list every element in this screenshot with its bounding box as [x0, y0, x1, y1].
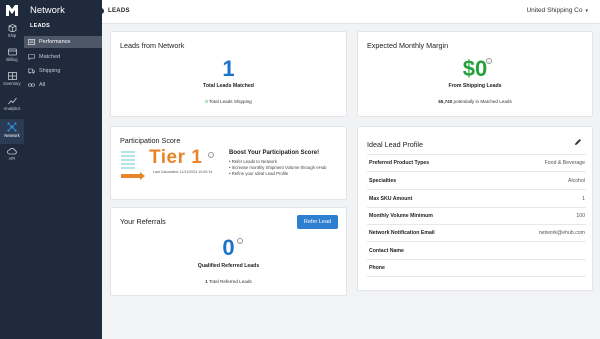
sidebar-item-label: Matched — [39, 54, 61, 60]
potential-margin-line: $6,740 potentially in Matched Leads — [358, 99, 592, 104]
sidebar-item-matched[interactable]: Matched — [24, 51, 102, 63]
leads-shipping-count: 0 — [205, 99, 208, 104]
profile-row-notification-email: Network Notification Email network@ehub.c… — [367, 225, 586, 242]
leads-shipping-line: 0 Total Leads Shipping — [111, 99, 346, 104]
margin-value: $0 — [462, 56, 488, 81]
profile-row-monthly-volume: Monthly Volume Minimum 100 — [367, 208, 586, 225]
leads-from-network-card: Leads from Network 1 Total Leads Matched… — [110, 31, 347, 117]
card-title: Leads from Network — [120, 41, 185, 50]
qualified-referred-value: 0 — [222, 235, 235, 260]
total-leads-matched-value: 1 — [222, 56, 235, 81]
breadcrumb: LEADS — [108, 8, 130, 14]
rail-item-ship[interactable]: Ship — [0, 24, 24, 46]
rail-item-api[interactable]: API — [0, 147, 24, 169]
profile-key: Max SKU Amount — [369, 196, 413, 202]
total-referred-count: 1 — [205, 279, 208, 284]
card-title: Ideal Lead Profile — [367, 140, 423, 149]
profile-row-contact-name: Contact Name — [367, 243, 586, 260]
icon-rail: Ship Billing Inventory Analytics Network… — [0, 0, 24, 339]
profile-value: Food & Beverage — [544, 160, 585, 166]
last-calculated: Last Calculated: 11/11/2024 10:00:14 — [153, 170, 213, 174]
network-crumb-icon — [98, 8, 104, 14]
profile-row-phone: Phone — [367, 260, 586, 277]
message-icon — [28, 54, 35, 60]
total-leads-matched-label: Total Leads Matched — [203, 83, 254, 89]
box-icon — [8, 24, 16, 32]
rail-label: Inventory — [3, 81, 21, 86]
profile-value: 1 — [582, 196, 585, 202]
info-icon[interactable]: i — [486, 58, 492, 64]
your-referrals-card: Your Referrals Refer Lead 0 i Qualified … — [110, 207, 347, 296]
sidebar-item-all[interactable]: All — [24, 79, 102, 91]
sidebar-section-heading: LEADS — [30, 23, 51, 29]
chevron-down-icon: ▾ — [585, 8, 588, 14]
tier-stripes-graphic — [121, 151, 135, 175]
account-name: United Shipping Co — [526, 7, 583, 14]
sidebar-title: Network — [30, 5, 65, 16]
top-bar: LEADS United Shipping Co ▾ — [98, 0, 600, 24]
rail-item-analytics[interactable]: Analytics — [0, 97, 24, 119]
pencil-icon[interactable] — [574, 138, 582, 146]
ehub-logo-icon[interactable] — [6, 5, 18, 16]
rail-item-network[interactable]: Network — [0, 119, 24, 144]
rail-item-billing[interactable]: Billing — [0, 48, 24, 70]
account-switcher[interactable]: United Shipping Co ▾ — [526, 7, 588, 14]
rail-label: Ship — [7, 33, 17, 38]
analytics-icon — [7, 97, 17, 105]
participation-score-card: Participation Score Tier 1 i Last Calcul… — [110, 126, 347, 200]
profile-row-product-types: Preferred Product Types Food & Beverage — [367, 155, 586, 172]
total-referred-label: Total Referred Leads — [209, 279, 252, 284]
profile-key: Preferred Product Types — [369, 160, 430, 166]
sidebar-item-label: Shipping — [39, 68, 61, 74]
ideal-lead-profile-card: Ideal Lead Profile Preferred Product Typ… — [357, 126, 593, 291]
boost-tip: Refine your Ideal Lead Profile — [229, 171, 327, 177]
sidebar-item-performance[interactable]: Performance — [24, 36, 102, 48]
sidebar-item-label: Performance — [39, 39, 71, 45]
sidebar-item-label: All — [39, 82, 46, 88]
truck-icon — [28, 68, 35, 74]
profile-key: Network Notification Email — [369, 230, 435, 236]
info-icon[interactable]: i — [208, 152, 214, 158]
potential-label: potentially in Matched Leads — [453, 99, 512, 104]
inventory-icon — [7, 72, 17, 80]
network-sidebar: Network LEADS Performance Matched Shippi… — [24, 0, 102, 339]
profile-value: Alcohol — [567, 178, 585, 184]
potential-amount: $6,740 — [438, 99, 453, 104]
rail-label: Billing — [6, 57, 18, 62]
sidebar-item-shipping[interactable]: Shipping — [24, 65, 102, 77]
info-icon[interactable]: i — [237, 238, 243, 244]
rail-label: API — [8, 156, 16, 161]
card-title: Your Referrals — [120, 217, 166, 226]
tier-value: Tier 1 — [149, 147, 203, 168]
cloud-icon — [7, 148, 17, 155]
rail-label: Analytics — [3, 106, 21, 111]
expected-monthly-margin-card: Expected Monthly Margin $0 i From Shippi… — [357, 31, 593, 117]
profile-row-specialties: Specialties Alcohol — [367, 173, 586, 190]
profile-key: Contact Name — [369, 248, 404, 254]
card-title: Expected Monthly Margin — [367, 41, 449, 50]
profile-key: Monthly Volume Minimum — [369, 213, 433, 219]
profile-row-max-sku: Max SKU Amount 1 — [367, 191, 586, 208]
document-icon — [28, 39, 35, 45]
rail-item-inventory[interactable]: Inventory — [0, 72, 24, 94]
qualified-referred-label: Qualified Referred Leads — [197, 263, 260, 269]
boost-tips-list: Refer Leads to Network Increase monthly … — [229, 159, 327, 177]
billing-icon — [7, 48, 17, 56]
margin-value-label: From Shipping Leads — [448, 83, 502, 89]
total-referred-line: 1 Total Referred Leads — [111, 279, 346, 284]
profile-key: Phone — [369, 265, 385, 271]
profile-key: Specialties — [369, 178, 397, 184]
tier-arrow-graphic — [121, 172, 145, 180]
card-title: Participation Score — [120, 136, 181, 145]
profile-value: 100 — [576, 213, 585, 219]
network-icon — [7, 122, 17, 132]
profile-value: network@ehub.com — [538, 230, 585, 236]
leads-shipping-label: Total Leads Shipping — [209, 99, 252, 104]
boost-title: Boost Your Participation Score! — [229, 150, 320, 156]
rail-label: Network — [4, 133, 20, 138]
link-icon — [28, 83, 35, 87]
refer-lead-button[interactable]: Refer Lead — [297, 215, 338, 229]
